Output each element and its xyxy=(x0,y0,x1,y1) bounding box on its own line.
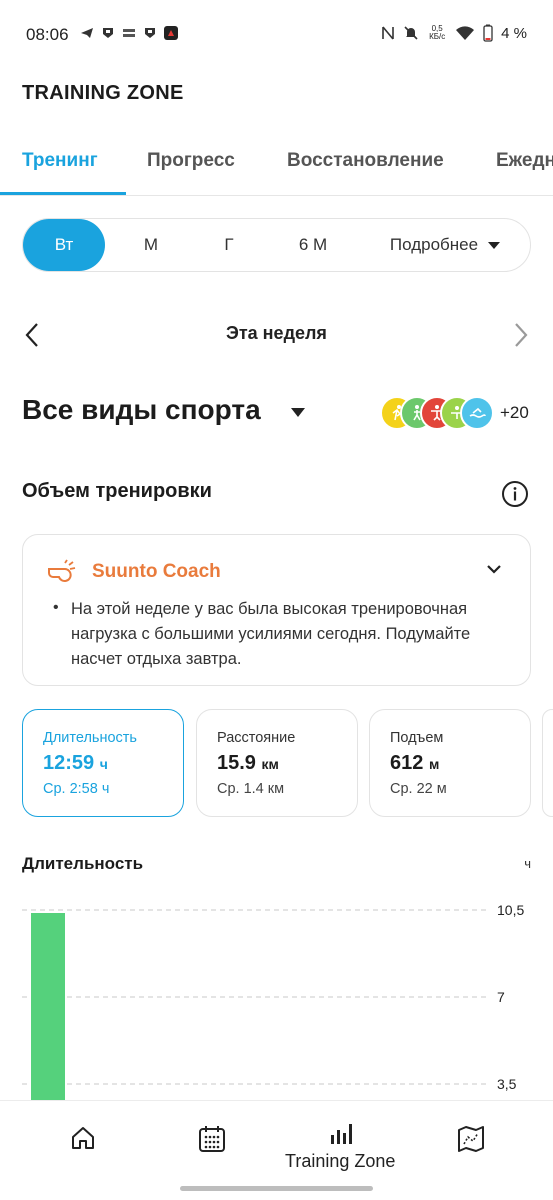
stat-average: Ср. 22 м xyxy=(390,781,447,797)
stat-card-distance[interactable]: Расстояние 15.9 км Ср. 1.4 км xyxy=(196,709,358,817)
stat-value-number: 12:59 xyxy=(43,752,95,774)
stat-value-unit: км xyxy=(261,756,279,772)
chevron-down-icon[interactable] xyxy=(486,563,502,575)
week-navigation: Эта неделя xyxy=(0,314,553,354)
speed-unit: КБ/с xyxy=(429,32,446,41)
sport-icons-group[interactable] xyxy=(380,396,494,430)
period-6-months[interactable]: 6 М xyxy=(285,219,341,271)
telegram-icon xyxy=(81,28,93,38)
stat-value-number: 15.9 xyxy=(217,752,256,774)
caret-down-icon xyxy=(488,242,501,250)
stat-card-next[interactable] xyxy=(542,709,553,817)
tab-active-indicator xyxy=(0,192,126,195)
bullet: • xyxy=(53,599,59,616)
stat-value: 15.9 км xyxy=(217,752,279,775)
coach-card[interactable]: Suunto Coach • На этой неделе у вас была… xyxy=(22,534,531,686)
y-tick-label: 10,5 xyxy=(497,902,524,918)
stat-value-unit: м xyxy=(428,756,440,772)
sport-more-count[interactable]: +20 xyxy=(500,403,529,423)
status-bar: 08:06 0,5 КБ/с 4 % xyxy=(0,0,553,70)
coach-title: Suunto Coach xyxy=(92,561,221,582)
stat-value-unit: ч xyxy=(99,756,108,772)
swimming-icon xyxy=(460,396,494,430)
status-time: 08:06 xyxy=(26,25,69,44)
stat-average: Ср. 2:58 ч xyxy=(43,781,110,797)
status-right: 0,5 КБ/с 4 % xyxy=(381,24,527,42)
nav-active-label[interactable]: Training Zone xyxy=(285,1151,395,1172)
duration-chart[interactable]: 10,5 7 3,5 xyxy=(0,880,553,1100)
calendar-icon[interactable] xyxy=(198,1125,226,1153)
tab-recovery[interactable]: Восстановление xyxy=(287,150,444,172)
shield-icon xyxy=(145,28,155,38)
stat-value-number: 612 xyxy=(390,752,424,774)
battery-icon xyxy=(483,24,493,42)
stat-card-ascent[interactable]: Подъем 612 м Ср. 22 м xyxy=(369,709,531,817)
mute-icon xyxy=(404,26,418,40)
stat-card-duration[interactable]: Длительность 12:59 ч Ср. 2:58 ч xyxy=(22,709,184,817)
info-icon[interactable] xyxy=(501,480,529,508)
map-icon[interactable] xyxy=(457,1125,485,1153)
battery-percent: 4 % xyxy=(501,24,527,42)
period-more-label: Подробнее xyxy=(389,235,479,254)
tab-progress[interactable]: Прогресс xyxy=(147,150,235,172)
stat-label: Длительность xyxy=(43,730,137,746)
stat-label: Подъем xyxy=(390,730,444,746)
chart-bar[interactable] xyxy=(31,913,65,1100)
home-indicator xyxy=(180,1186,373,1191)
period-year[interactable]: Г xyxy=(209,219,249,271)
caret-down-icon[interactable] xyxy=(291,408,305,417)
tab-training[interactable]: Тренинг xyxy=(22,150,98,172)
stat-label: Расстояние xyxy=(217,730,296,746)
section-title: Объем тренировки xyxy=(22,480,212,502)
sport-filter-title[interactable]: Все виды спорта xyxy=(22,394,261,426)
nfc-icon xyxy=(382,26,394,40)
chart-unit: ч xyxy=(524,856,531,871)
chevron-right-icon[interactable] xyxy=(513,322,529,348)
status-left-icons xyxy=(80,26,178,40)
week-label: Эта неделя xyxy=(226,323,327,343)
whistle-icon xyxy=(48,559,76,582)
bank-icon xyxy=(123,29,135,37)
coach-message: На этой неделе у вас была высокая тренир… xyxy=(71,600,471,668)
stat-value: 12:59 ч xyxy=(43,752,108,775)
wifi-icon xyxy=(456,26,475,40)
home-icon[interactable] xyxy=(70,1125,96,1151)
shield-icon xyxy=(103,28,113,38)
y-tick-label: 3,5 xyxy=(497,1076,517,1092)
training-zone-icon[interactable] xyxy=(329,1121,353,1145)
y-tick-label: 7 xyxy=(497,989,505,1005)
period-month[interactable]: М xyxy=(127,219,175,271)
stat-average: Ср. 1.4 км xyxy=(217,781,285,797)
stat-value: 612 м xyxy=(390,752,439,775)
chart-title: Длительность xyxy=(22,854,144,873)
tab-daily[interactable]: Ежедн xyxy=(496,150,553,172)
tab-bar: Тренинг Прогресс Восстановление Ежедн xyxy=(0,130,553,196)
period-more-dropdown[interactable]: Подробнее xyxy=(375,219,515,271)
period-week[interactable]: Вт xyxy=(23,219,105,271)
period-selector: Вт М Г 6 М Подробнее xyxy=(22,218,531,272)
page-title: TRAINING ZONE xyxy=(22,82,184,104)
app-icon xyxy=(164,26,178,40)
network-speed: 0,5 КБ/с xyxy=(427,25,447,41)
bottom-navigation: Training Zone xyxy=(0,1100,553,1200)
